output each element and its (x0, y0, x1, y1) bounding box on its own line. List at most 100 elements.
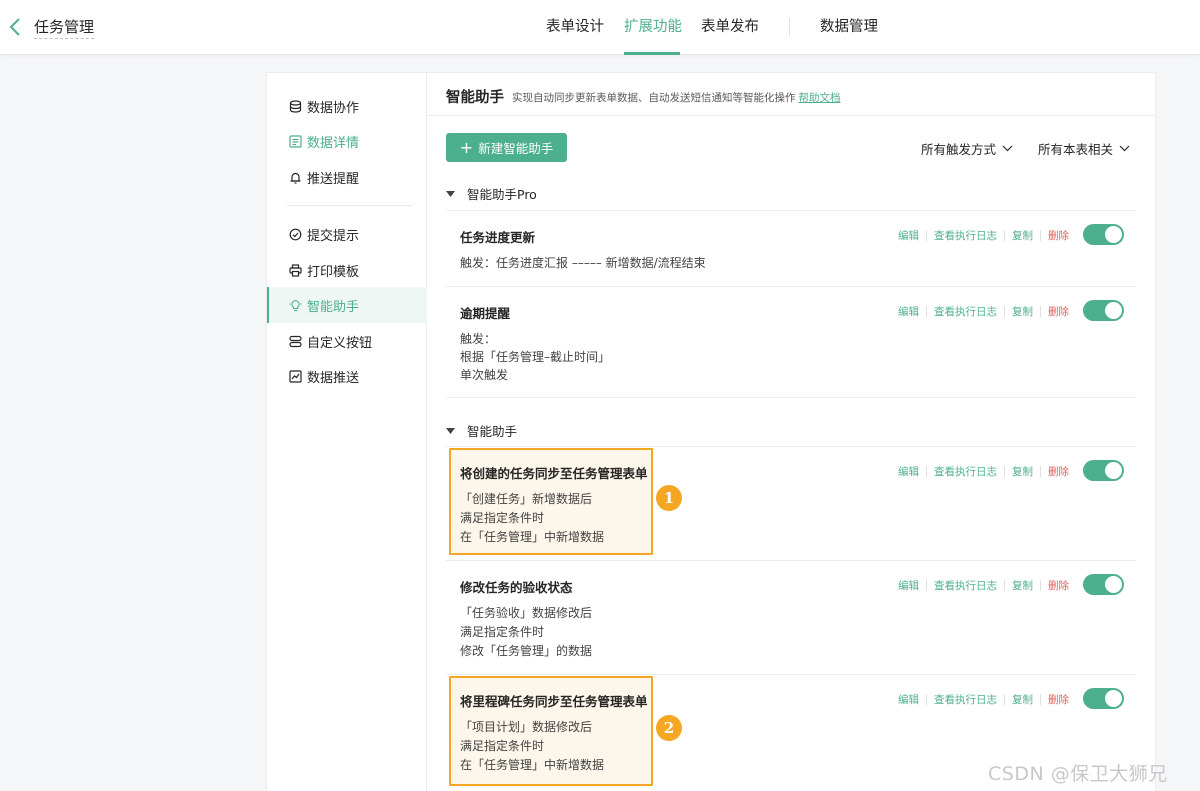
card-title: 逾期提醒 (460, 306, 511, 321)
delete-link[interactable]: 删除 (1048, 228, 1069, 243)
card-description: 满足指定条件时 (460, 511, 545, 525)
copy-link[interactable]: 复制 (1012, 692, 1033, 707)
sidebar-item-push-reminder[interactable]: 推送提醒 (267, 159, 427, 195)
card-description: 触发：任务进度汇报 ––––– 新增数据/流程结束 (460, 256, 706, 270)
view-log-link[interactable]: 查看执行日志 (934, 692, 997, 707)
divider (446, 210, 1136, 211)
lightbulb-icon (289, 299, 302, 312)
sidebar: 数据协作 数据详情 推送提醒 提交提示 打印模板 智能助手 自定义按钮 数据推送 (266, 72, 427, 791)
sidebar-item-label: 提交提示 (307, 228, 360, 244)
tab-form-publish[interactable]: 表单发布 (701, 17, 759, 37)
check-circle-icon (289, 228, 302, 241)
card-description: 「任务验收」数据修改后 (460, 606, 593, 620)
step-badge: 1 (656, 485, 682, 511)
enable-toggle[interactable] (1083, 224, 1124, 245)
active-tab-indicator (624, 52, 680, 55)
chevron-down-icon (1119, 145, 1130, 152)
delete-link[interactable]: 删除 (1048, 578, 1069, 593)
card-title: 将创建的任务同步至任务管理表单 (460, 466, 648, 481)
view-log-link[interactable]: 查看执行日志 (934, 304, 997, 319)
card-actions: 编辑 查看执行日志 复制 删除 (898, 228, 1069, 243)
group-header-standard[interactable]: 智能助手 (446, 421, 517, 440)
button-icon (289, 335, 302, 348)
divider (446, 560, 1136, 561)
sidebar-item-label: 数据协作 (307, 100, 360, 116)
enable-toggle[interactable] (1083, 300, 1124, 321)
edit-link[interactable]: 编辑 (898, 692, 919, 707)
delete-link[interactable]: 删除 (1048, 304, 1069, 319)
sidebar-item-data-push[interactable]: 数据推送 (267, 358, 427, 394)
group-header-pro[interactable]: 智能助手Pro (446, 184, 537, 203)
tab-form-design[interactable]: 表单设计 (546, 17, 604, 37)
card-description: 根据「任务管理–截止时间」 (460, 350, 611, 364)
group-name: 智能助手Pro (467, 187, 537, 202)
page-subtitle: 实现自动同步更新表单数据、自动发送短信通知等智能化操作 帮助文档 (512, 90, 841, 105)
edit-link[interactable]: 编辑 (898, 228, 919, 243)
edit-link[interactable]: 编辑 (898, 578, 919, 593)
step-badge: 2 (656, 715, 682, 741)
caret-down-icon (446, 190, 455, 197)
main-panel: 智能助手 实现自动同步更新表单数据、自动发送短信通知等智能化操作 帮助文档 + 新… (427, 72, 1156, 791)
card-description: 单次触发 (460, 368, 509, 382)
header-divider (427, 115, 1155, 116)
sidebar-item-submit-tip[interactable]: 提交提示 (267, 216, 427, 252)
caret-down-icon (446, 427, 455, 434)
card-actions: 编辑 查看执行日志 复制 删除 (898, 304, 1069, 319)
card-title: 修改任务的验收状态 (460, 580, 573, 595)
watermark: CSDN @保卫大狮兄 (988, 763, 1168, 785)
app-title[interactable]: 任务管理 (34, 17, 95, 39)
tab-divider (789, 18, 790, 36)
database-icon (289, 99, 302, 113)
sidebar-item-print-template[interactable]: 打印模板 (267, 252, 427, 288)
enable-toggle[interactable] (1083, 574, 1124, 595)
copy-link[interactable]: 复制 (1012, 464, 1033, 479)
related-filter-dropdown[interactable]: 所有本表相关 (1038, 139, 1130, 158)
view-log-link[interactable]: 查看执行日志 (934, 228, 997, 243)
sidebar-item-custom-button[interactable]: 自定义按钮 (267, 323, 427, 359)
delete-link[interactable]: 删除 (1048, 692, 1069, 707)
enable-toggle[interactable] (1083, 688, 1124, 709)
sidebar-item-data-collab[interactable]: 数据协作 (267, 88, 427, 124)
plus-icon: + (459, 137, 474, 157)
edit-link[interactable]: 编辑 (898, 304, 919, 319)
sidebar-item-label: 数据推送 (307, 370, 360, 386)
card-description: 「项目计划」数据修改后 (460, 720, 593, 734)
divider (446, 286, 1136, 287)
divider (446, 674, 1136, 675)
view-log-link[interactable]: 查看执行日志 (934, 464, 997, 479)
card-description: 满足指定条件时 (460, 625, 545, 639)
card-description: 修改「任务管理」的数据 (460, 644, 593, 658)
trigger-filter-dropdown[interactable]: 所有触发方式 (921, 139, 1013, 158)
card-actions: 编辑 查看执行日志 复制 删除 (898, 578, 1069, 593)
related-filter-label: 所有本表相关 (1038, 142, 1114, 157)
card-actions: 编辑 查看执行日志 复制 删除 (898, 692, 1069, 707)
printer-icon (289, 263, 302, 277)
sidebar-item-smart-assistant[interactable]: 智能助手 (267, 287, 427, 323)
divider (446, 397, 1136, 398)
help-doc-link[interactable]: 帮助文档 (799, 92, 841, 104)
tab-extensions[interactable]: 扩展功能 (624, 17, 682, 37)
copy-link[interactable]: 复制 (1012, 228, 1033, 243)
sidebar-item-data-detail[interactable]: 数据详情 (267, 123, 427, 159)
divider (446, 446, 1136, 447)
card-title: 任务进度更新 (460, 230, 536, 245)
new-assistant-button[interactable]: + 新建智能助手 (446, 133, 567, 162)
back-button[interactable] (4, 14, 26, 40)
bell-icon (289, 171, 302, 184)
tab-data-management[interactable]: 数据管理 (820, 17, 878, 37)
card-description: 满足指定条件时 (460, 739, 545, 753)
trigger-filter-label: 所有触发方式 (921, 142, 997, 157)
sidebar-item-label: 智能助手 (307, 299, 360, 315)
edit-link[interactable]: 编辑 (898, 464, 919, 479)
delete-link[interactable]: 删除 (1048, 464, 1069, 479)
sidebar-divider (287, 205, 413, 206)
group-name: 智能助手 (467, 424, 518, 439)
chart-icon (289, 369, 302, 383)
sidebar-item-label: 打印模板 (307, 264, 360, 280)
copy-link[interactable]: 复制 (1012, 578, 1033, 593)
copy-link[interactable]: 复制 (1012, 304, 1033, 319)
view-log-link[interactable]: 查看执行日志 (934, 578, 997, 593)
enable-toggle[interactable] (1083, 460, 1124, 481)
card-description: 在「任务管理」中新增数据 (460, 530, 605, 544)
card-title: 将里程碑任务同步至任务管理表单 (460, 694, 648, 709)
